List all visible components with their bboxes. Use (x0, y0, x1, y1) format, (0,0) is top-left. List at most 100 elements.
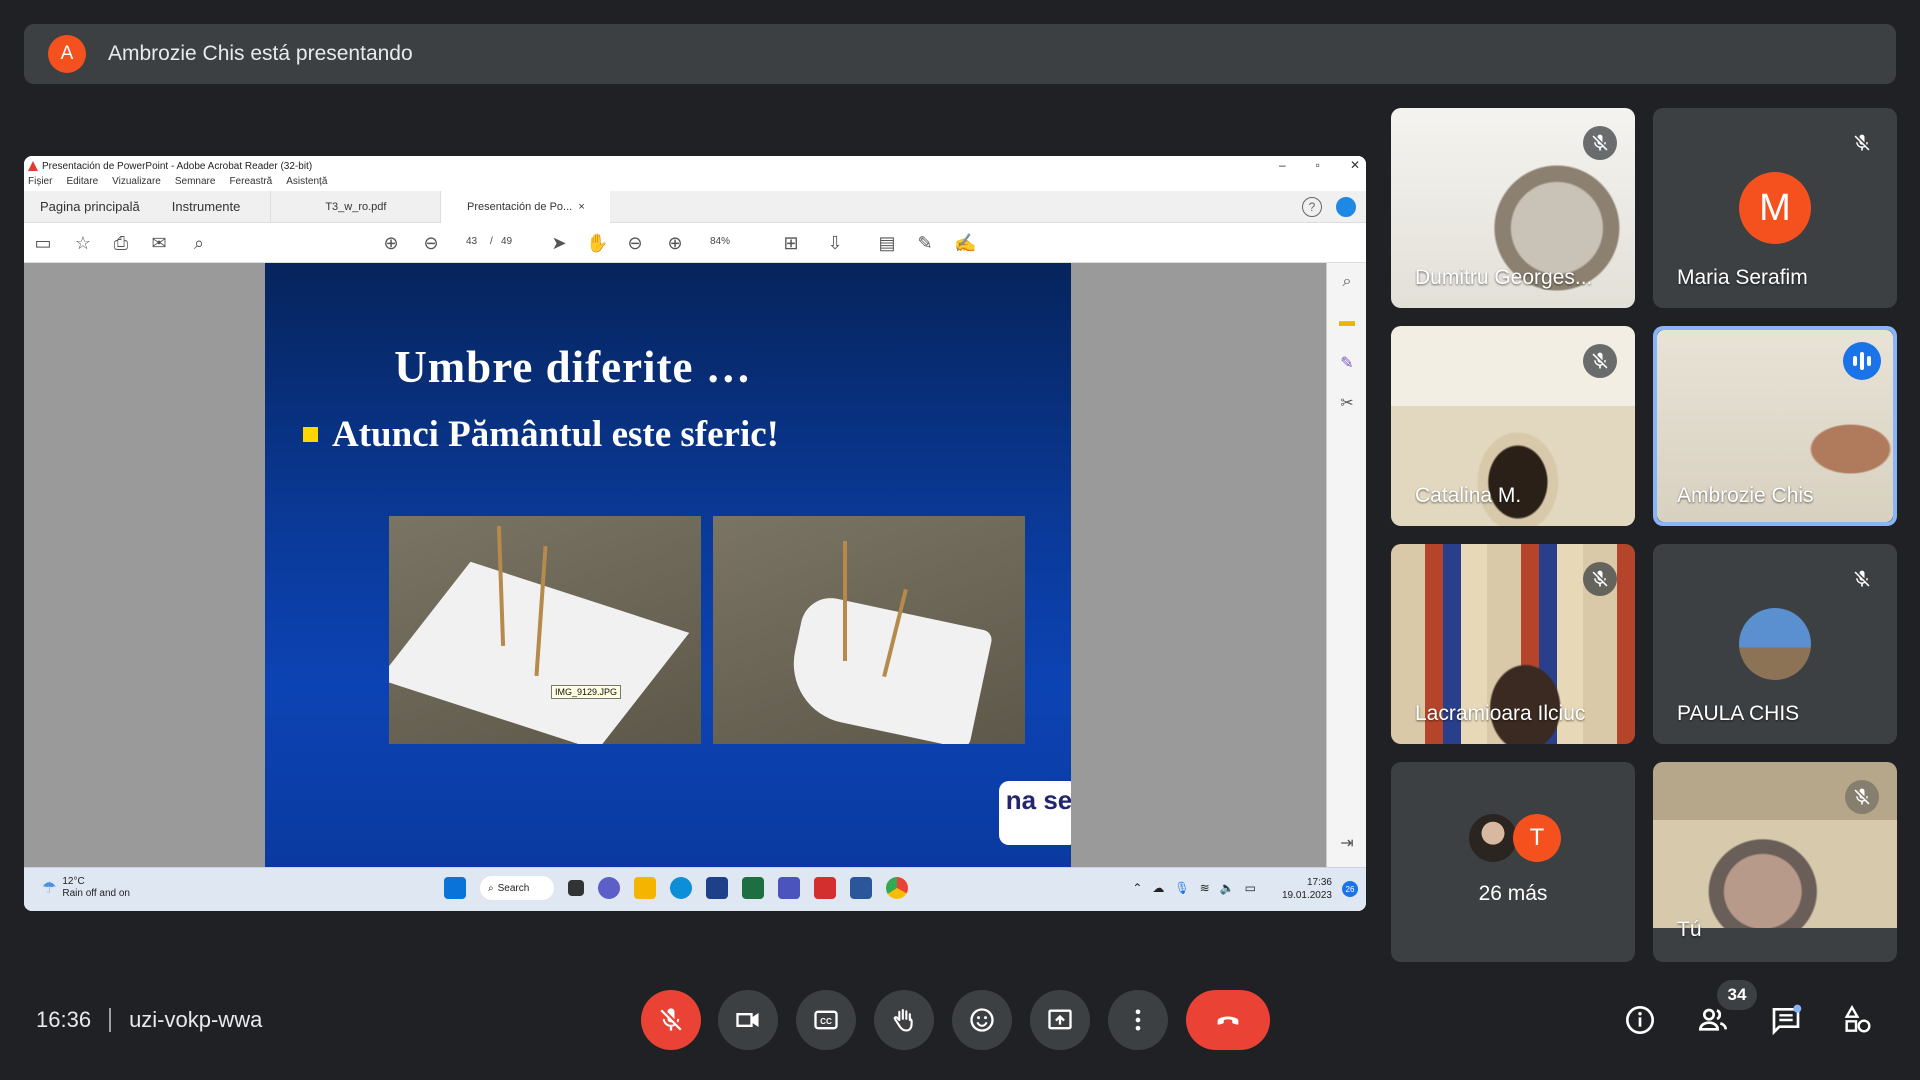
participant-tile-others[interactable]: T 26 más (1391, 762, 1635, 962)
others-avatar-letter: T (1513, 814, 1561, 862)
menu-window: Fereastră (229, 176, 273, 187)
mic-off-icon (1583, 126, 1617, 160)
file-explorer-icon (634, 877, 656, 899)
windows-start-icon (444, 877, 466, 899)
slide-bullet-text: Atunci Pământul este sferic! (332, 414, 779, 455)
tray-chevron-icon: ⌃ (1132, 881, 1143, 895)
tab-doc-presentation: Presentación de Po... × (440, 190, 611, 223)
slide-bullet: Atunci Pământul este sferic! (303, 413, 779, 456)
meeting-details-button[interactable] (1620, 1000, 1660, 1040)
meeting-controls-bar: 16:36 uzi-vokp-wwa CC 34 (0, 980, 1920, 1080)
collapse-panel-icon: ⇥ (1340, 835, 1354, 852)
participant-tile-maria[interactable]: M Maria Serafim (1653, 108, 1897, 308)
chat-icon (598, 877, 620, 899)
tab-doc-t3: T3_w_ro.pdf (270, 190, 440, 223)
bookmark-star-icon: ☆ (74, 233, 92, 253)
participant-name: Ambrozie Chis (1677, 484, 1814, 507)
info-icon (1626, 1006, 1654, 1034)
participant-name: Dumitru Georges... (1415, 266, 1593, 289)
acrobat-taskbar-icon (814, 877, 836, 899)
page-down-icon: ⊖ (423, 233, 439, 253)
fill-sign-icon: ✎ (1340, 355, 1354, 372)
participant-tile-ambrozie[interactable]: Ambrozie Chis (1653, 326, 1897, 526)
meeting-time: 16:36 (36, 1007, 92, 1032)
comment-tool-icon: ▬ (1339, 313, 1355, 330)
svg-text:CC: CC (820, 1017, 832, 1026)
page-current: 43 (466, 236, 478, 247)
more-vert-icon (1135, 1009, 1141, 1031)
mic-off-icon (1845, 126, 1879, 160)
participant-tile-catalina[interactable]: Catalina M. (1391, 326, 1635, 526)
acrobat-icon (28, 161, 38, 171)
mic-off-icon (1583, 344, 1617, 378)
document-viewer: Umbre diferite … Atunci Pământul este sf… (24, 263, 1366, 867)
mic-off-icon (660, 1008, 682, 1031)
participant-tile-self[interactable]: Tú (1653, 762, 1897, 962)
chat-icon (1772, 1004, 1802, 1036)
maximize-icon: ▫ (1315, 158, 1320, 172)
present-screen-button[interactable] (1030, 990, 1090, 1050)
page-up-icon: ⊕ (383, 233, 399, 253)
mic-off-icon (1845, 780, 1879, 814)
volume-icon: 🔈 (1219, 881, 1235, 895)
people-icon (1698, 1008, 1727, 1031)
menu-edit: Editare (66, 176, 99, 187)
reactions-button[interactable] (952, 990, 1012, 1050)
menu-file: Fișier (28, 176, 53, 187)
weather-icon: ☂ (42, 880, 57, 897)
windows-taskbar: ☂ 12°C Rain off and on ⌕Search ⌃ ☁ 🎙 ≋ (24, 867, 1366, 911)
participant-tile-lacramioara[interactable]: Lacramioara Ilciuc (1391, 544, 1635, 744)
taskbar-clock: 17:36 19.01.2023 (1282, 876, 1332, 902)
mic-off-icon (1583, 562, 1617, 596)
slide-title: Umbre diferite … (394, 342, 752, 392)
nase-logo: na se (999, 781, 1071, 845)
word-icon (850, 877, 872, 899)
more-options-button[interactable] (1108, 990, 1168, 1050)
tab-doc-presentation-label: Presentación de Po... (467, 200, 573, 213)
toggle-mic-button[interactable] (641, 990, 701, 1050)
taskbar-time: 17:36 (1306, 877, 1332, 888)
acrobat-right-panel: ⌕ ▬ ✎ ✂ ⇥ (1326, 263, 1366, 867)
page-total: 49 (501, 236, 513, 247)
tab-home: Pagina principală (40, 199, 140, 214)
meeting-code: uzi-vokp-wwa (129, 1007, 263, 1032)
participant-name: Lacramioara Ilciuc (1415, 702, 1586, 725)
activities-button[interactable] (1838, 1000, 1878, 1040)
tab-tools: Instrumente (171, 199, 241, 214)
tab-close-icon: × (578, 200, 585, 213)
presenting-banner: A Ambrozie Chis está presentando (24, 24, 1896, 84)
weather-temp: 12°C (62, 876, 85, 887)
shared-screen: Presentación de PowerPoint - Adobe Acrob… (24, 156, 1366, 911)
slide-photo-left: IMG_9129.JPG (389, 516, 701, 744)
speaking-indicator-icon (1843, 342, 1881, 380)
meeting-info: 16:36 uzi-vokp-wwa (36, 1007, 262, 1033)
slide-photo-right (713, 516, 1025, 744)
taskbar-search-label: Search (497, 882, 530, 894)
window-title: Presentación de PowerPoint - Adobe Acrob… (42, 160, 313, 172)
presentation-slide: Umbre diferite … Atunci Pământul este sf… (265, 263, 1071, 867)
leave-call-button[interactable] (1186, 990, 1270, 1050)
bullet-square-icon (303, 427, 318, 442)
zoom-level: 84% (710, 236, 731, 247)
presenting-text: Ambrozie Chis está presentando (108, 42, 413, 65)
chat-button[interactable] (1766, 1000, 1806, 1040)
page-separator: / (490, 236, 493, 247)
participant-tile-dumitru[interactable]: Dumitru Georges... (1391, 108, 1635, 308)
mic-off-icon (1845, 562, 1879, 596)
menu-view: Vizualizare (112, 176, 161, 187)
captions-button[interactable]: CC (796, 990, 856, 1050)
help-icon: ? (1302, 197, 1322, 217)
toggle-camera-button[interactable] (718, 990, 778, 1050)
window-titlebar: Presentación de PowerPoint - Adobe Acrob… (24, 156, 1366, 176)
participant-tile-paula[interactable]: PAULA CHIS (1653, 544, 1897, 744)
taskbar-date: 19.01.2023 (1281, 890, 1332, 901)
minimize-icon: – (1278, 158, 1286, 172)
image-tooltip: IMG_9129.JPG (551, 685, 622, 699)
scroll-mode-icon: ⇩ (827, 233, 843, 253)
save-icon: ▭ (34, 233, 52, 253)
others-avatar-photo (1469, 814, 1517, 862)
emoji-icon (970, 1008, 994, 1032)
participant-avatar (1739, 608, 1811, 680)
raise-hand-button[interactable] (874, 990, 934, 1050)
taskbar-search: ⌕ Search (480, 876, 554, 900)
